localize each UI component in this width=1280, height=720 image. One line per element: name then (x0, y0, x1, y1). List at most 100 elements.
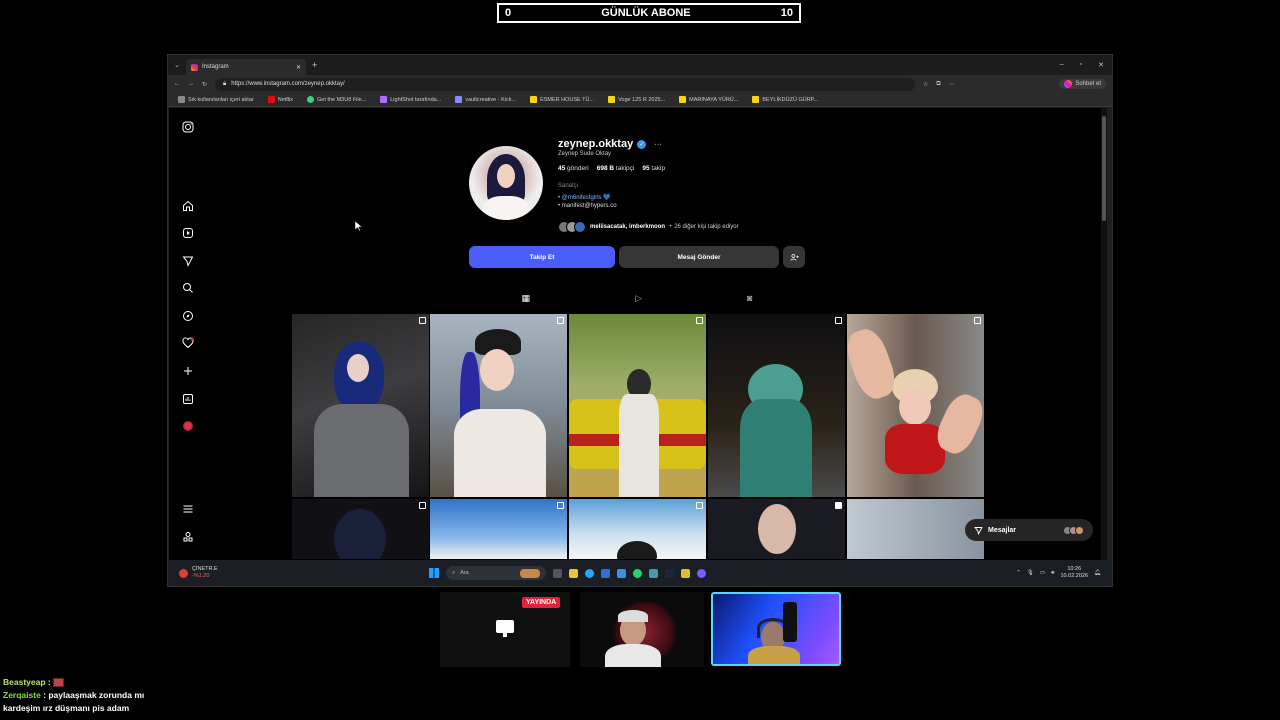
bookmark-item[interactable]: Sık kullanılanları içeri aktar (178, 96, 254, 103)
bookmarks-bar: Sık kullanılanları içeri aktar Netflix G… (168, 93, 1112, 107)
minimize-button[interactable]: – (1060, 61, 1064, 69)
post-tile[interactable] (708, 499, 845, 559)
post-tile[interactable] (847, 499, 984, 559)
copilot-chat-button[interactable]: Sohbet et (1059, 79, 1106, 89)
clock[interactable]: 10:26 10.02.2026 (1060, 566, 1088, 580)
back-icon[interactable]: ← (174, 81, 180, 87)
vpn-icon[interactable] (649, 568, 658, 578)
bookmark-item[interactable]: vaultcreative - Kick... (455, 96, 516, 103)
bookmark-icon (380, 96, 388, 103)
mail-icon[interactable] (617, 568, 626, 578)
post-tile[interactable] (569, 314, 706, 497)
post-tile[interactable] (847, 314, 984, 497)
post-tile[interactable] (569, 499, 706, 559)
bookmark-item[interactable]: ESMER HOUSE TÜ... (530, 96, 594, 103)
followers-stat[interactable]: 698 B takipçi (597, 165, 635, 172)
options-icon[interactable]: ··· (654, 140, 662, 149)
copilot-label: Sohbet et (1075, 81, 1101, 87)
profile-tabs: ▦ ▷ ◙ (469, 293, 805, 307)
messages-send-icon (974, 526, 983, 535)
steam-icon[interactable] (665, 568, 674, 578)
bio-mention-link[interactable]: • @m6nifestgirls 💙 (558, 194, 611, 201)
tab-instagram[interactable]: Instagram ✕ (186, 59, 306, 75)
carousel-icon (696, 317, 703, 324)
messages-label: Mesajlar (988, 526, 1017, 534)
mutual-names: meliisacatak, imberkmoon (590, 224, 666, 230)
bio-email: • manifest@hypers.co (558, 203, 617, 209)
start-button-icon[interactable] (429, 568, 439, 578)
tab-actions-icon[interactable]: ⌄ (168, 61, 186, 69)
search-icon[interactable] (181, 281, 195, 295)
app-icon[interactable] (681, 568, 690, 578)
instagram-logo-icon[interactable] (181, 120, 195, 134)
tab-tagged-icon[interactable]: ◙ (747, 293, 752, 307)
address-bar-row: ← → ↻ 🔒︎ https://www.instagram.com/zeyne… (168, 75, 1112, 93)
post-tile[interactable] (708, 314, 845, 497)
forward-icon[interactable]: → (188, 81, 194, 87)
follow-button[interactable]: Takip Et (469, 246, 615, 268)
create-icon[interactable] (181, 364, 195, 378)
weather-widget[interactable]: ÇİNETR.E -%1.20 (169, 566, 429, 580)
reels-icon[interactable] (181, 226, 195, 240)
messages-icon[interactable] (181, 254, 195, 268)
system-tray: ⌃ 🎙︎ ▭ 🔊︎ 10:26 10.02.2026 🔔︎ (1016, 566, 1111, 580)
volume-icon[interactable]: 🔊︎ (1051, 570, 1054, 577)
tab-posts-grid-icon[interactable]: ▦ (522, 293, 531, 307)
bookmark-item[interactable]: Netflix (267, 96, 293, 103)
tray-expand-icon[interactable]: ⌃ (1016, 570, 1021, 576)
post-tile[interactable] (430, 314, 567, 497)
post-tile[interactable] (292, 499, 429, 559)
posts-stat: 45 gönderi (558, 165, 589, 172)
refresh-icon[interactable]: ↻ (202, 81, 207, 88)
file-explorer-icon[interactable] (569, 568, 578, 578)
dashboard-icon[interactable] (181, 392, 195, 406)
whatsapp-icon[interactable] (633, 568, 642, 578)
following-stat[interactable]: 95 takip (642, 165, 665, 172)
carousel-icon (419, 502, 426, 509)
url-field[interactable]: 🔒︎ https://www.instagram.com/zeynep.okkt… (215, 77, 916, 91)
favorites-star-icon[interactable]: ☆ (923, 81, 928, 88)
bookmark-item[interactable]: Voge 125 R 2025... (608, 96, 665, 103)
profile-icon[interactable] (181, 419, 195, 433)
store-icon[interactable] (601, 568, 610, 578)
taskbar-search[interactable]: ⌕ Ara (446, 566, 546, 580)
task-view-icon[interactable] (553, 568, 562, 578)
send-message-button[interactable]: Mesaj Gönder (619, 246, 779, 268)
menu-icon[interactable] (181, 502, 195, 516)
more-icon[interactable]: ⋯ (949, 81, 955, 88)
post-tile[interactable] (292, 314, 429, 497)
page-scrollbar[interactable] (1101, 108, 1107, 560)
maximize-button[interactable]: ▫ (1080, 61, 1082, 69)
microphone-icon[interactable]: 🎙︎ (1027, 570, 1034, 576)
bookmark-item[interactable]: BEYLİKDÜZÜ GÜRP... (752, 96, 818, 103)
bookmark-item[interactable]: LightShot tarafında... (380, 96, 441, 103)
notifications-icon[interactable] (181, 336, 195, 350)
close-tab-icon[interactable]: ✕ (296, 64, 301, 71)
mutual-avatar (574, 221, 586, 233)
scrollbar-thumb[interactable] (1102, 116, 1106, 221)
extensions-icon[interactable]: ⧉ (936, 81, 940, 88)
close-window-button[interactable]: ✕ (1098, 61, 1104, 69)
guest-cam (711, 592, 841, 666)
suggest-user-button[interactable] (783, 246, 805, 268)
threads-icon[interactable] (181, 530, 195, 544)
carousel-icon (557, 317, 564, 324)
carousel-icon (696, 502, 703, 509)
mutual-followers[interactable]: meliisacatak, imberkmoon + 26 diğer kişi… (558, 221, 739, 233)
messages-widget[interactable]: Mesajlar (965, 519, 1093, 541)
explore-icon[interactable] (181, 309, 195, 323)
new-tab-button[interactable]: + (312, 60, 317, 70)
edge-browser-icon[interactable] (585, 568, 594, 578)
window-controls: – ▫ ✕ (1060, 61, 1112, 69)
notifications-icon[interactable]: 🔔︎ (1094, 570, 1101, 576)
network-icon[interactable]: ▭ (1040, 570, 1045, 576)
bookmark-item[interactable]: Get the M3U8 File... (307, 96, 366, 103)
profile-avatar[interactable] (469, 146, 543, 220)
discord-icon[interactable] (697, 568, 706, 578)
bookmark-item[interactable]: MARINAYA YÜRÜ... (679, 96, 738, 103)
home-icon[interactable] (181, 199, 195, 213)
chat-username: Beastyeap (3, 677, 46, 687)
post-tile[interactable] (430, 499, 567, 559)
tab-reels-icon[interactable]: ▷ (635, 293, 642, 307)
mutual-avatars (558, 221, 586, 233)
